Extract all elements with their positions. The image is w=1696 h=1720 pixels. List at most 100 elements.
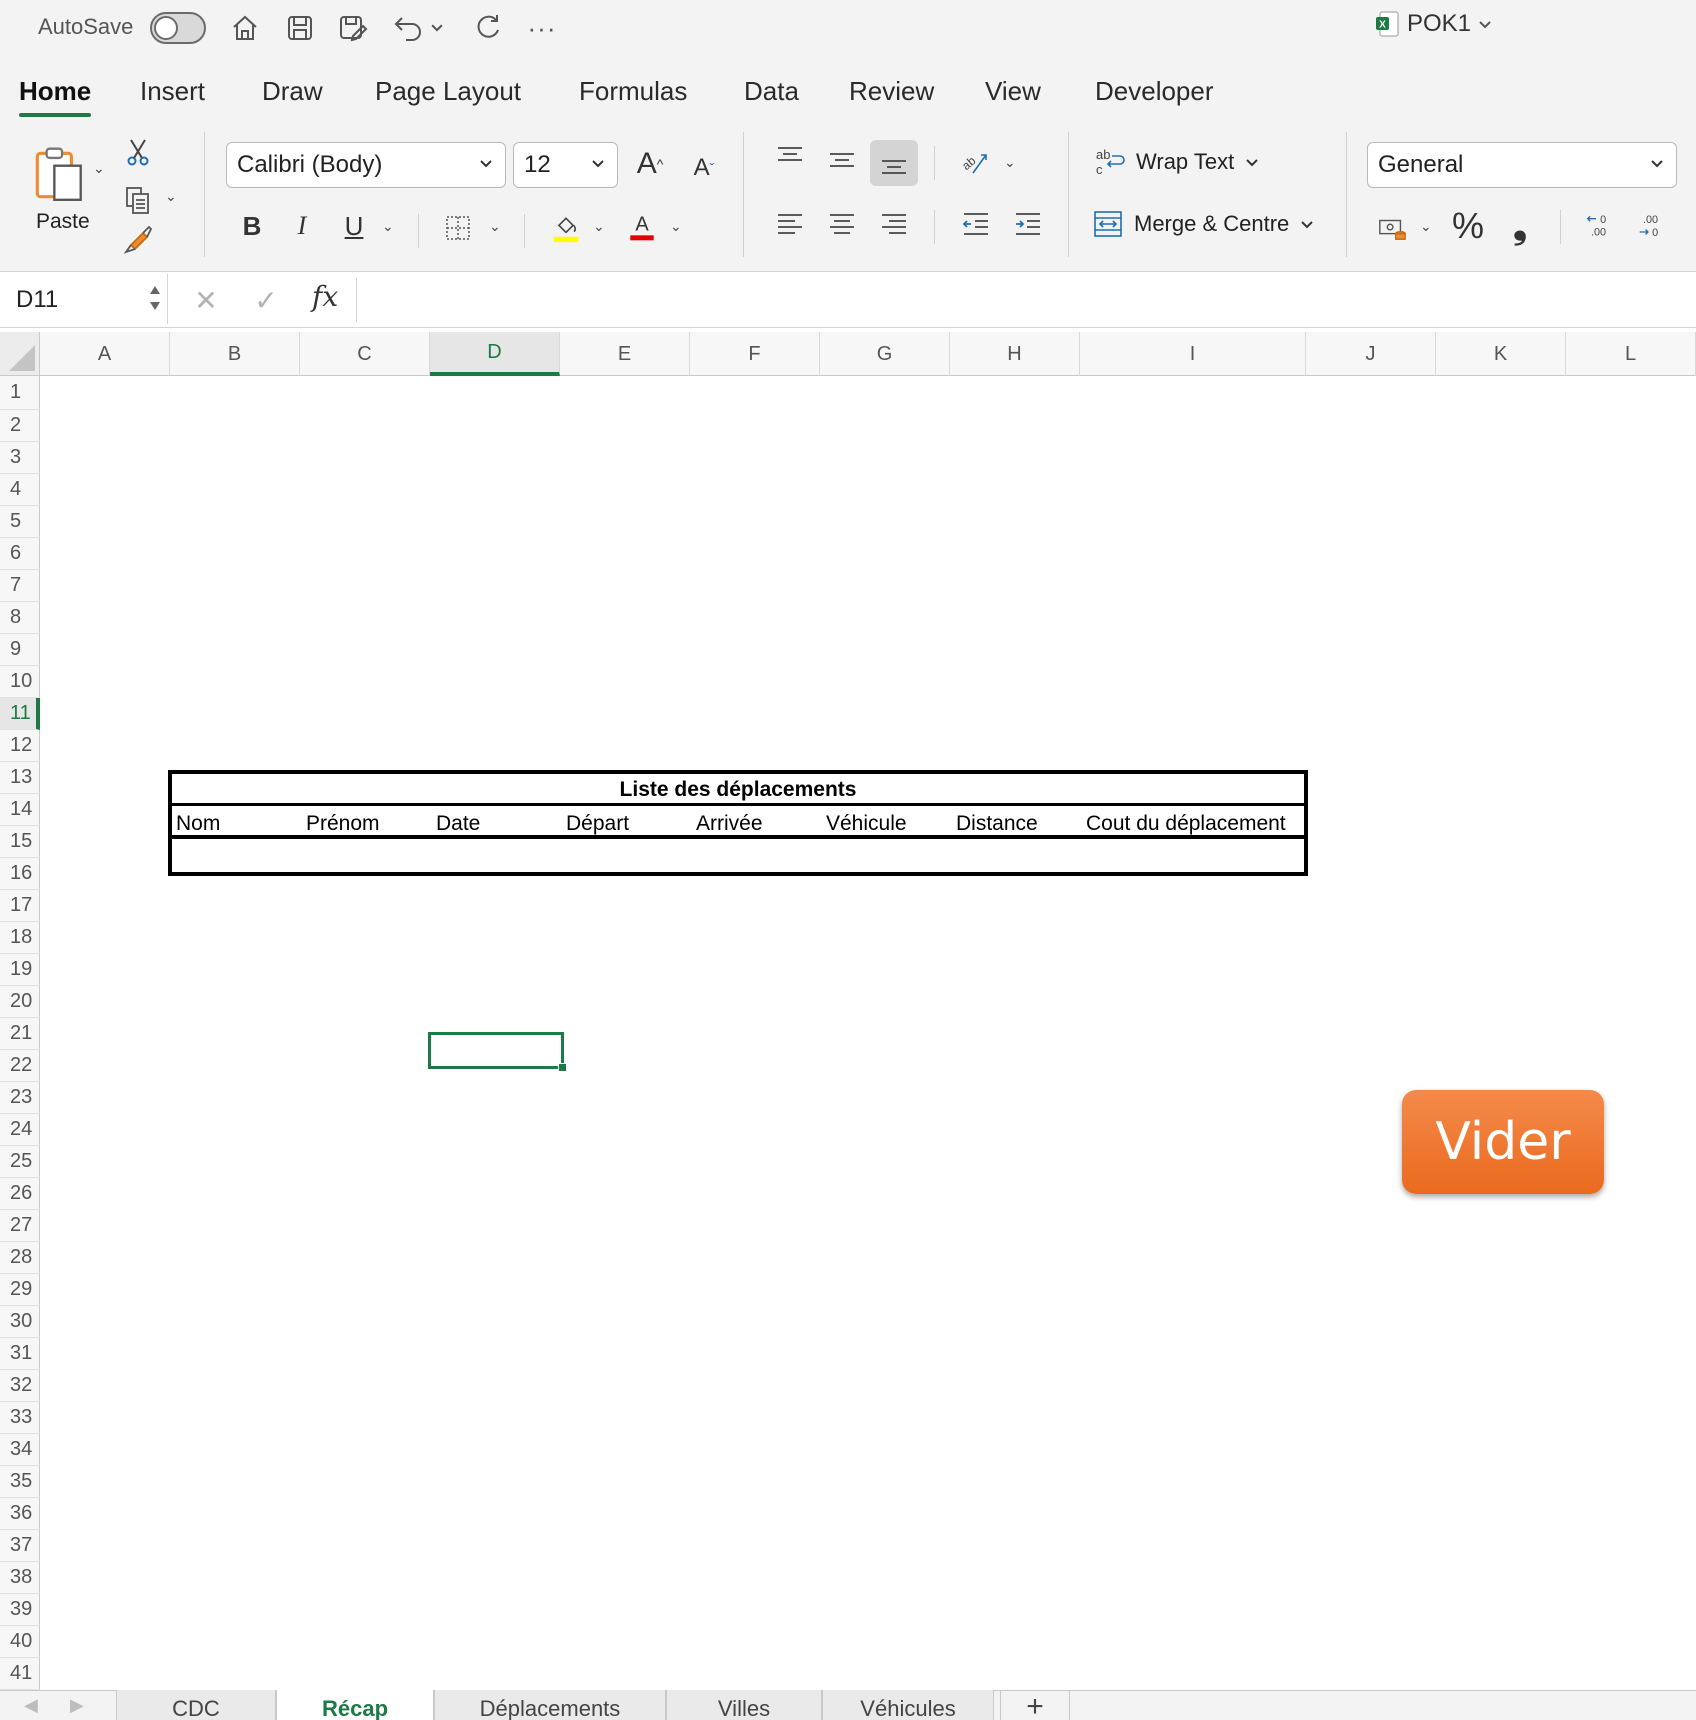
fill-color-dropdown-chevron-icon[interactable]: ⌄	[593, 218, 605, 235]
format-painter-icon[interactable]	[120, 222, 156, 258]
header-vehicule[interactable]: Véhicule	[826, 808, 907, 839]
orientation-dropdown-chevron-icon[interactable]: ⌄	[1004, 154, 1016, 171]
header-date[interactable]: Date	[436, 808, 480, 839]
row-header-20[interactable]: 20	[0, 986, 40, 1018]
row-header-28[interactable]: 28	[0, 1242, 40, 1274]
font-size-dropdown[interactable]: 12	[513, 142, 618, 188]
row-header-34[interactable]: 34	[0, 1434, 40, 1466]
row-header-38[interactable]: 38	[0, 1562, 40, 1594]
align-top-icon[interactable]	[770, 138, 810, 178]
row-header-10[interactable]: 10	[0, 666, 40, 698]
italic-button[interactable]: I	[284, 208, 320, 244]
tab-home[interactable]: Home	[19, 76, 92, 117]
file-title[interactable]: X POK1	[1375, 10, 1493, 38]
sheet-tab-recap[interactable]: Récap	[276, 1690, 434, 1720]
column-header-K[interactable]: K	[1436, 332, 1566, 376]
copy-icon[interactable]	[120, 182, 156, 218]
cut-icon[interactable]	[122, 134, 154, 170]
column-header-H[interactable]: H	[950, 332, 1080, 376]
increase-font-size-icon[interactable]: A ^	[630, 144, 670, 184]
row-header-22[interactable]: 22	[0, 1050, 40, 1082]
column-header-A[interactable]: A	[40, 332, 170, 376]
font-color-dropdown-chevron-icon[interactable]: ⌄	[670, 218, 682, 235]
tab-view[interactable]: View	[985, 76, 1041, 107]
decrease-decimal-icon[interactable]: .00 0	[1632, 206, 1674, 248]
header-distance[interactable]: Distance	[956, 808, 1038, 839]
row-header-21[interactable]: 21	[0, 1018, 40, 1050]
sheet-tab-villes[interactable]: Villes	[666, 1690, 822, 1720]
comma-style-button[interactable]: ❟	[1500, 205, 1540, 246]
row-header-32[interactable]: 32	[0, 1370, 40, 1402]
decrease-font-size-icon[interactable]: Aˇ	[684, 148, 724, 188]
undo-dropdown-chevron-icon[interactable]	[426, 8, 448, 48]
row-header-25[interactable]: 25	[0, 1146, 40, 1178]
tab-review[interactable]: Review	[849, 76, 934, 107]
paste-dropdown-chevron-icon[interactable]: ⌄	[93, 160, 105, 177]
underline-button[interactable]: U	[336, 208, 372, 244]
column-header-E[interactable]: E	[560, 332, 690, 376]
column-header-C[interactable]: C	[300, 332, 430, 376]
insert-function-icon[interactable]: fx	[312, 280, 338, 313]
increase-decimal-icon[interactable]: 0.00	[1580, 206, 1622, 248]
copy-dropdown-chevron-icon[interactable]: ⌄	[165, 188, 177, 205]
row-header-13[interactable]: 13	[0, 762, 40, 794]
align-bottom-icon[interactable]	[870, 140, 918, 186]
add-sheet-button[interactable]: +	[1000, 1690, 1070, 1720]
underline-dropdown-chevron-icon[interactable]: ⌄	[382, 218, 394, 235]
tab-insert[interactable]: Insert	[140, 76, 205, 107]
name-box-spinner-icon[interactable]	[148, 280, 162, 316]
row-header-39[interactable]: 39	[0, 1594, 40, 1626]
name-box[interactable]: D11	[0, 274, 168, 324]
row-header-2[interactable]: 2	[0, 410, 40, 442]
row-header-4[interactable]: 4	[0, 474, 40, 506]
tab-data[interactable]: Data	[744, 76, 799, 107]
select-all-corner[interactable]	[0, 332, 40, 376]
row-header-11[interactable]: 11	[0, 698, 40, 730]
column-header-L[interactable]: L	[1566, 332, 1696, 376]
align-center-icon[interactable]	[822, 204, 862, 244]
row-header-7[interactable]: 7	[0, 570, 40, 602]
row-header-17[interactable]: 17	[0, 890, 40, 922]
row-header-12[interactable]: 12	[0, 730, 40, 762]
row-header-35[interactable]: 35	[0, 1466, 40, 1498]
row-header-18[interactable]: 18	[0, 922, 40, 954]
row-header-9[interactable]: 9	[0, 634, 40, 666]
tab-draw[interactable]: Draw	[262, 76, 323, 107]
enter-icon[interactable]: ✓	[248, 282, 284, 318]
save-as-icon[interactable]	[333, 8, 373, 48]
row-header-37[interactable]: 37	[0, 1530, 40, 1562]
percent-style-button[interactable]: %	[1448, 205, 1488, 246]
borders-dropdown-chevron-icon[interactable]: ⌄	[489, 218, 501, 235]
fill-color-icon[interactable]	[548, 208, 584, 248]
row-header-31[interactable]: 31	[0, 1338, 40, 1370]
autosave-toggle[interactable]	[150, 12, 206, 44]
worksheet-grid[interactable]: ABCDEFGHIJKL 1 2 3 4 5 6 7 8 9 10 11 12 13 14 15 16 17 18…	[0, 332, 1696, 1690]
column-header-I[interactable]: I	[1080, 332, 1306, 376]
align-left-icon[interactable]	[770, 204, 810, 244]
font-name-dropdown[interactable]: Calibri (Body)	[226, 142, 506, 188]
row-header-19[interactable]: 19	[0, 954, 40, 986]
tab-page-layout[interactable]: Page Layout	[375, 76, 521, 107]
accounting-dropdown-chevron-icon[interactable]: ⌄	[1420, 218, 1432, 235]
row-header-5[interactable]: 5	[0, 506, 40, 538]
column-header-J[interactable]: J	[1306, 332, 1436, 376]
wrap-text-button[interactable]: ab c Wrap Text	[1094, 146, 1260, 178]
font-color-icon[interactable]: A	[624, 206, 660, 248]
header-arrivee[interactable]: Arrivée	[696, 808, 763, 839]
number-format-dropdown[interactable]: General	[1367, 142, 1677, 188]
row-header-8[interactable]: 8	[0, 602, 40, 634]
row-header-24[interactable]: 24	[0, 1114, 40, 1146]
bold-button[interactable]: B	[234, 208, 270, 244]
row-header-23[interactable]: 23	[0, 1082, 40, 1114]
redo-icon[interactable]	[468, 8, 508, 48]
row-header-41[interactable]: 41	[0, 1658, 40, 1690]
row-header-16[interactable]: 16	[0, 858, 40, 890]
row-header-6[interactable]: 6	[0, 538, 40, 570]
row-header-3[interactable]: 3	[0, 442, 40, 474]
active-cell-D11[interactable]	[428, 1032, 567, 1072]
scroll-tabs-left-icon[interactable]: ◀	[24, 1695, 38, 1716]
paste-button[interactable]	[24, 140, 94, 210]
tab-developer[interactable]: Developer	[1095, 76, 1214, 107]
column-header-B[interactable]: B	[170, 332, 300, 376]
column-header-D[interactable]: D	[430, 332, 560, 376]
